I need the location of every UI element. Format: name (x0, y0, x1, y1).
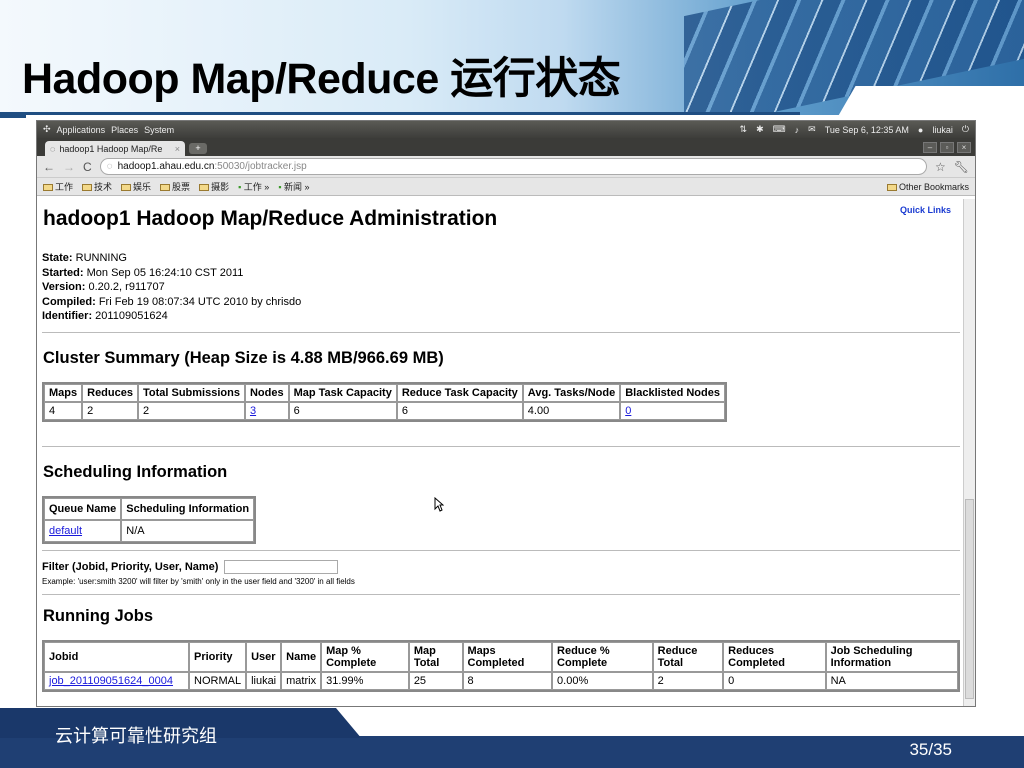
mail-icon[interactable]: ✉ (808, 124, 816, 135)
bluetooth-icon[interactable]: ✱ (756, 124, 764, 135)
table-row: 4 2 2 3 6 6 4.00 0 (44, 401, 725, 420)
divider (42, 549, 960, 551)
divider (42, 445, 960, 447)
user-name[interactable]: liukai (932, 125, 953, 135)
divider (42, 593, 960, 595)
bookmark-folder[interactable]: 摄影 (199, 180, 229, 193)
table-row: default N/A (44, 519, 255, 542)
running-jobs-heading: Running Jobs (43, 606, 153, 625)
ubuntu-logo-icon[interactable]: ✣ (43, 124, 51, 135)
menu-applications[interactable]: Applications (57, 125, 106, 135)
tab-title: hadoop1 Hadoop Map/Re (59, 143, 163, 154)
volume-icon[interactable]: ♪ (795, 125, 800, 135)
identifier-line: Identifier: 201109051624 (42, 310, 168, 322)
version-line: Version: 0.20.2, r911707 (42, 281, 165, 293)
menu-places[interactable]: Places (111, 125, 138, 135)
web-page: Quick Links hadoop1 Hadoop Map/Reduce Ad… (37, 199, 965, 706)
page-icon: ◌ (106, 161, 113, 172)
wrench-icon[interactable]: 🔧︎ (954, 160, 969, 174)
header-rule (26, 112, 800, 115)
filter-row: Filter (Jobid, Priority, User, Name) (42, 559, 965, 574)
browser-tab[interactable]: ◌ hadoop1 Hadoop Map/Re × (45, 141, 185, 156)
bookmark-link[interactable]: ▪ 新闻 » (278, 180, 309, 193)
bookmark-link[interactable]: ▪ 工作 » (238, 180, 269, 193)
browser-screenshot: ✣ Applications Places System ⇅ ✱ ⌨ ♪ ✉ T… (36, 120, 976, 707)
tab-strip: ◌ hadoop1 Hadoop Map/Re × + – ▫ × (37, 138, 975, 156)
maximize-icon[interactable]: ▫ (940, 142, 954, 153)
address-bar[interactable]: ◌ hadoop1.ahau.edu.cn:50030/jobtracker.j… (99, 158, 927, 175)
other-bookmarks[interactable]: Other Bookmarks (886, 182, 969, 192)
power-icon[interactable]: ⏻ (962, 124, 969, 135)
slide-page-number: 35/35 (909, 740, 952, 759)
navigation-toolbar: ← → C ◌ hadoop1.ahau.edu.cn:50030/jobtra… (37, 156, 975, 178)
nodes-link[interactable]: 3 (250, 405, 256, 417)
cluster-summary-heading: Cluster Summary (Heap Size is 4.88 MB/96… (43, 348, 444, 367)
keyboard-icon[interactable]: ⌨ (773, 124, 786, 135)
user-icon: ● (917, 124, 924, 135)
reload-icon[interactable]: C (83, 160, 92, 174)
tab-favicon-icon: ◌ (50, 143, 56, 154)
state-line: State: RUNNING (42, 252, 127, 264)
scrollbar-thumb[interactable] (965, 499, 974, 699)
bookmark-folder[interactable]: 工作 (43, 180, 73, 193)
mouse-cursor-icon (434, 497, 444, 512)
running-jobs-table: Jobid Priority User Name Map % Complete … (42, 639, 960, 692)
close-tab-icon[interactable]: × (175, 144, 180, 154)
scheduling-heading: Scheduling Information (43, 462, 228, 481)
vertical-scrollbar[interactable] (963, 199, 975, 706)
filter-label: Filter (Jobid, Priority, User, Name) (42, 560, 219, 573)
menu-system[interactable]: System (144, 125, 174, 135)
started-line: Started: Mon Sep 05 16:24:10 CST 2011 (42, 266, 244, 279)
new-tab-button[interactable]: + (189, 143, 207, 154)
network-icon[interactable]: ⇅ (740, 124, 748, 135)
compiled-line: Compiled: Fri Feb 19 08:07:34 UTC 2010 b… (42, 295, 302, 308)
slide-title: Hadoop Map/Reduce 运行状态 (22, 55, 621, 103)
divider (42, 331, 960, 333)
filter-input[interactable] (223, 559, 338, 574)
bookmark-folder[interactable]: 股票 (160, 180, 190, 193)
minimize-icon[interactable]: – (923, 142, 937, 153)
star-icon[interactable]: ☆ (935, 160, 946, 174)
scheduling-table: Queue Name Scheduling Information defaul… (42, 495, 257, 544)
bookmark-folder[interactable]: 技术 (82, 180, 112, 193)
bookmarks-bar: 工作 技术 娱乐 股票 摄影 ▪ 工作 » ▪ 新闻 » Other Bookm… (37, 178, 975, 196)
clock[interactable]: Tue Sep 6, 12:35 AM (825, 125, 909, 135)
page-title: hadoop1 Hadoop Map/Reduce Administration (43, 207, 498, 230)
os-top-panel: ✣ Applications Places System ⇅ ✱ ⌨ ♪ ✉ T… (37, 121, 975, 138)
table-row: job_201109051624_0004 NORMAL liukai matr… (44, 671, 958, 690)
queue-default-link[interactable]: default (49, 525, 82, 537)
job-link[interactable]: job_201109051624_0004 (49, 675, 173, 687)
filter-example: Example: 'user:smith 3200' will filter b… (42, 576, 355, 586)
footer-group-name: 云计算可靠性研究组 (55, 726, 217, 747)
blacklisted-nodes-link[interactable]: 0 (625, 405, 631, 417)
close-window-icon[interactable]: × (957, 142, 971, 153)
bookmark-folder[interactable]: 娱乐 (121, 180, 151, 193)
quick-links-link[interactable]: Quick Links (900, 205, 951, 215)
forward-icon[interactable]: → (63, 160, 75, 174)
back-icon[interactable]: ← (43, 160, 55, 174)
cluster-summary-table: Maps Reduces Total Submissions Nodes Map… (42, 381, 727, 422)
